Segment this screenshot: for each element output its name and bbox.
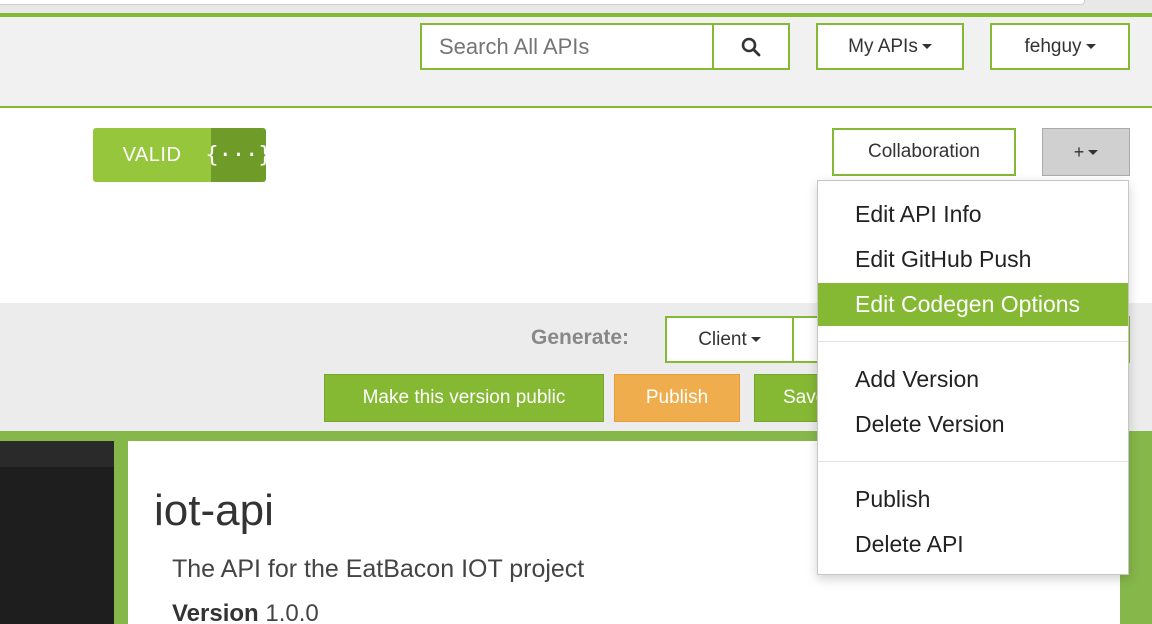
- generate-label: Generate:: [531, 326, 630, 349]
- menu-item-delete-version[interactable]: Delete Version: [818, 403, 1128, 446]
- code-editor-header: [0, 441, 114, 467]
- code-editor-panel[interactable]: [0, 441, 114, 624]
- user-menu-button[interactable]: fehguy: [990, 23, 1130, 70]
- json-braces-icon: {···}: [205, 128, 266, 182]
- chevron-down-icon: [1085, 44, 1096, 49]
- valid-label: VALID: [93, 128, 211, 182]
- make-public-button[interactable]: Make this version public: [324, 374, 604, 422]
- api-title: iot-api: [154, 486, 274, 535]
- menu-divider: [818, 341, 1128, 342]
- search-icon: [741, 37, 761, 56]
- version-label: Version: [172, 600, 259, 624]
- menu-item-add-version[interactable]: Add Version: [818, 358, 1128, 401]
- menu-item-delete-api[interactable]: Delete API: [818, 523, 1128, 566]
- api-description: The API for the EatBacon IOT project: [172, 555, 585, 583]
- generate-client-button[interactable]: Client: [665, 316, 794, 363]
- plus-menu-button[interactable]: +: [1042, 128, 1130, 176]
- search-box[interactable]: [420, 23, 714, 70]
- browser-chrome: [0, 0, 1152, 13]
- menu-item-edit-codegen-options[interactable]: Edit Codegen Options: [818, 283, 1128, 326]
- search-button[interactable]: [712, 23, 790, 70]
- user-name: fehguy: [1024, 35, 1082, 57]
- api-version: Version 1.0.0: [172, 600, 319, 624]
- menu-item-edit-github-push[interactable]: Edit GitHub Push: [818, 238, 1128, 281]
- browser-tab-edge: [0, 0, 1085, 5]
- client-label: Client: [698, 328, 747, 350]
- collaboration-button[interactable]: Collaboration: [832, 128, 1016, 176]
- chevron-down-icon: [750, 337, 761, 342]
- menu-item-publish[interactable]: Publish: [818, 478, 1128, 521]
- my-apis-dropdown-button[interactable]: My APIs: [816, 23, 964, 70]
- version-value: 1.0.0: [265, 600, 319, 624]
- plus-label: +: [1073, 141, 1085, 162]
- my-apis-label: My APIs: [848, 35, 918, 57]
- chevron-down-icon: [1088, 149, 1099, 155]
- menu-item-edit-api-info[interactable]: Edit API Info: [818, 193, 1128, 236]
- chevron-down-icon: [921, 44, 932, 49]
- validation-badge[interactable]: VALID {···}: [93, 128, 266, 182]
- plus-dropdown-menu: Edit API Info Edit GitHub Push Edit Code…: [817, 180, 1129, 575]
- publish-button[interactable]: Publish: [614, 374, 740, 422]
- menu-divider: [818, 461, 1128, 462]
- search-input[interactable]: [422, 25, 714, 68]
